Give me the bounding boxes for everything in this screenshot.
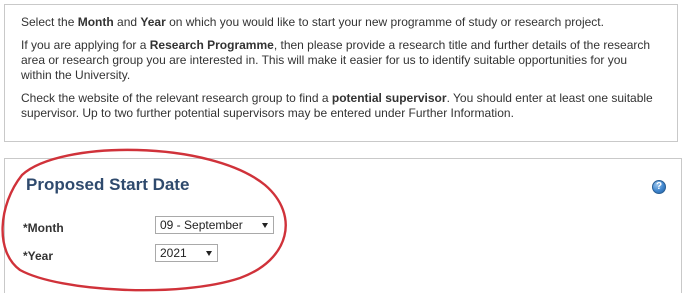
text-segment: on which you would like to start your ne… — [165, 15, 604, 29]
help-icon[interactable]: ? — [652, 180, 666, 194]
instructions-paragraph-3: Check the website of the relevant resear… — [21, 91, 661, 121]
text-segment: Select the — [21, 15, 78, 29]
year-select[interactable]: 2021 — [155, 244, 218, 262]
emphasis-month: Month — [77, 15, 114, 29]
emphasis-research-programme: Research Programme — [149, 38, 274, 52]
text-segment: Check the website of the relevant resear… — [21, 91, 332, 105]
text-segment: and — [113, 15, 141, 29]
instructions-panel: Select the Month and Year on which you w… — [4, 4, 678, 142]
instructions-paragraph-1: Select the Month and Year on which you w… — [21, 15, 661, 30]
emphasis-potential-supervisor: potential supervisor — [331, 91, 447, 105]
instructions-paragraph-2: If you are applying for a Research Progr… — [21, 38, 661, 83]
chevron-down-icon — [206, 251, 212, 256]
emphasis-year: Year — [140, 15, 166, 29]
text-segment: If you are applying for a — [21, 38, 150, 52]
section-title: Proposed Start Date — [26, 175, 190, 194]
application-page: Select the Month and Year on which you w… — [0, 0, 692, 293]
month-select-value: 09 - September — [160, 218, 243, 232]
month-label: *Month — [23, 221, 64, 235]
month-select[interactable]: 09 - September — [155, 216, 274, 234]
start-date-panel: Proposed Start Date ? *Month 09 - Septem… — [4, 158, 682, 293]
year-label: *Year — [23, 249, 54, 263]
chevron-down-icon — [262, 223, 268, 228]
year-select-value: 2021 — [160, 246, 187, 260]
